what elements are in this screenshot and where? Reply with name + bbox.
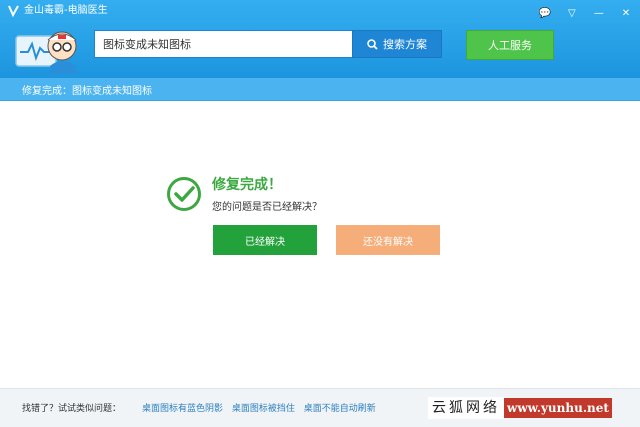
- search-button[interactable]: 搜索方案: [352, 30, 442, 58]
- app-title: 金山毒霸-电脑医生: [24, 5, 108, 16]
- footer-link[interactable]: 桌面图标被挡住: [232, 404, 295, 414]
- solved-button[interactable]: 已经解决: [213, 225, 317, 255]
- app-logo-icon: [8, 5, 19, 17]
- search-button-label: 搜索方案: [383, 38, 427, 51]
- watermark-text: 云狐网络: [428, 397, 504, 419]
- result-title: 修复完成！: [212, 177, 282, 193]
- not-solved-button-label: 还没有解决: [363, 236, 413, 248]
- search-icon: [367, 38, 378, 50]
- close-icon[interactable]: ✕: [616, 7, 636, 21]
- search-input[interactable]: [95, 31, 352, 57]
- footer-links: 桌面图标有蓝色阴影 桌面图标被挡住 桌面不能自动刷新: [142, 401, 382, 414]
- solved-button-label: 已经解决: [245, 236, 285, 248]
- human-service-button[interactable]: 人工服务: [466, 30, 554, 60]
- feedback-icon[interactable]: 💬: [535, 7, 555, 21]
- breadcrumb-bar: 修复完成：图标变成未知图标: [0, 78, 640, 101]
- footer-label: 找错了？试试类似问题：: [22, 404, 122, 414]
- result-question: 您的问题是否已经解决？: [212, 202, 322, 213]
- header-bar: 金山毒霸-电脑医生 💬 ▽ — ✕ 搜索方案 人工服务: [0, 0, 640, 78]
- not-solved-button[interactable]: 还没有解决: [336, 225, 440, 255]
- search-box: [94, 30, 352, 58]
- breadcrumb: 修复完成：图标变成未知图标: [22, 86, 152, 97]
- human-service-label: 人工服务: [488, 39, 532, 52]
- footer-link[interactable]: 桌面图标有蓝色阴影: [142, 404, 223, 414]
- check-circle-icon: [167, 177, 201, 211]
- minimize-icon[interactable]: —: [589, 7, 609, 21]
- watermark-url: www.yunhu.net: [504, 398, 612, 418]
- doctor-avatar-icon: [15, 31, 77, 74]
- watermark: 云狐网络 www.yunhu.net: [428, 396, 634, 420]
- menu-icon[interactable]: ▽: [562, 7, 582, 21]
- window-controls: 💬 ▽ — ✕: [533, 1, 636, 19]
- footer-link[interactable]: 桌面不能自动刷新: [304, 404, 376, 414]
